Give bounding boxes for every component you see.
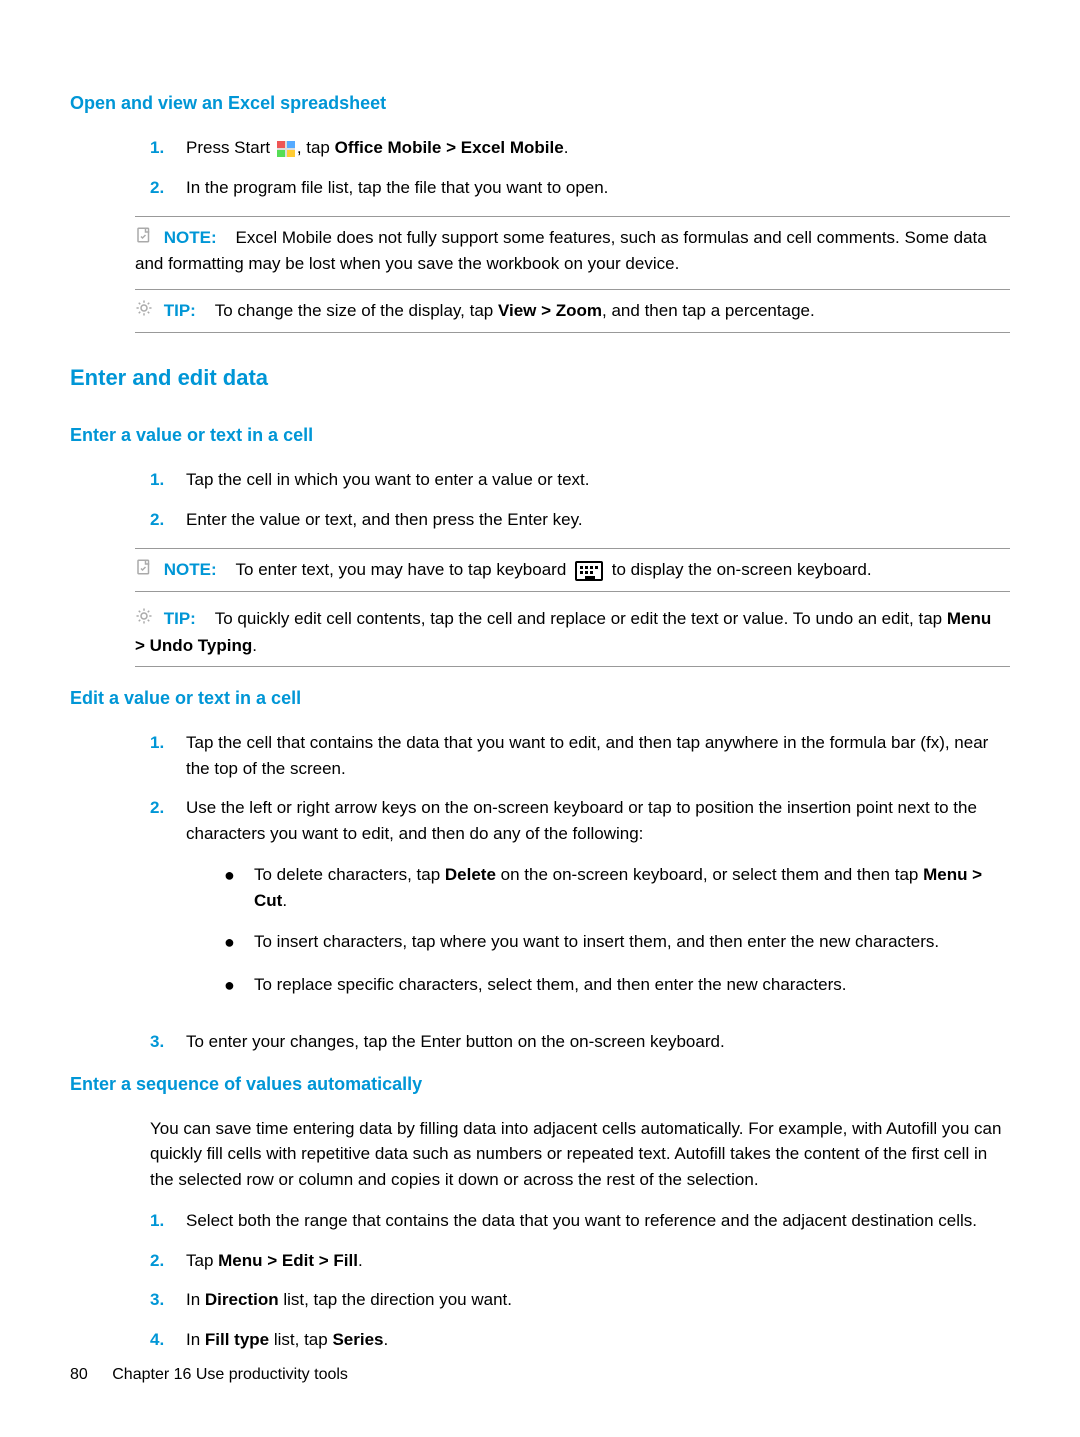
tip-icon	[135, 607, 153, 633]
list-item: 2. In the program file list, tap the fil…	[150, 175, 1010, 201]
sub-bullets: ● To delete characters, tap Delete on th…	[224, 862, 1010, 999]
list-item: 1. Tap the cell that contains the data t…	[150, 730, 1010, 781]
step-text: Enter the value or text, and then press …	[186, 507, 1010, 533]
note-text: To enter text, you may have to tap keybo…	[221, 560, 871, 579]
step-number: 2.	[150, 507, 182, 533]
chapter-title: Chapter 16 Use productivity tools	[112, 1366, 348, 1383]
tip-callout: TIP: To quickly edit cell contents, tap …	[135, 606, 1010, 667]
bullet-text: To delete characters, tap Delete on the …	[254, 862, 1010, 913]
list-item: 1. Select both the range that contains t…	[150, 1208, 1010, 1234]
step-number: 2.	[150, 175, 182, 201]
steps-sequence: 1. Select both the range that contains t…	[150, 1208, 1010, 1352]
tip-text: To quickly edit cell contents, tap the c…	[135, 609, 991, 654]
note-callout: NOTE: Excel Mobile does not fully suppor…	[135, 216, 1010, 277]
step-text: Use the left or right arrow keys on the …	[186, 795, 1010, 1015]
tip-label: TIP:	[164, 301, 196, 320]
step-number: 1.	[150, 467, 182, 493]
list-item: ● To delete characters, tap Delete on th…	[224, 862, 1010, 913]
page-footer: 80 Chapter 16 Use productivity tools	[70, 1363, 348, 1387]
step-text: Tap the cell in which you want to enter …	[186, 467, 1010, 493]
start-icon	[277, 141, 295, 157]
step-number: 1.	[150, 135, 182, 161]
list-item: 1. Tap the cell in which you want to ent…	[150, 467, 1010, 493]
step-number: 1.	[150, 730, 182, 781]
note-text: Excel Mobile does not fully support some…	[135, 228, 987, 273]
note-callout: NOTE: To enter text, you may have to tap…	[135, 548, 1010, 592]
note-label: NOTE:	[164, 560, 217, 579]
step-number: 3.	[150, 1287, 182, 1313]
text: , tap	[297, 138, 335, 157]
note-icon	[135, 226, 153, 252]
list-item: 4. In Fill type list, tap Series.	[150, 1327, 1010, 1353]
tip-icon	[135, 299, 153, 325]
list-item: ● To insert characters, tap where you wa…	[224, 929, 1010, 956]
step-number: 3.	[150, 1029, 182, 1055]
bullet-text: To insert characters, tap where you want…	[254, 929, 939, 956]
tip-text: To change the size of the display, tap V…	[201, 301, 815, 320]
step-text: To enter your changes, tap the Enter but…	[186, 1029, 1010, 1055]
list-item: 1. Press Start , tap Office Mobile > Exc…	[150, 135, 1010, 161]
steps-enter-value: 1. Tap the cell in which you want to ent…	[150, 467, 1010, 532]
step-text: Select both the range that contains the …	[186, 1208, 1010, 1234]
heading-sequence: Enter a sequence of values automatically	[70, 1071, 1010, 1098]
heading-enter-value: Enter a value or text in a cell	[70, 422, 1010, 449]
step-text: In Direction list, tap the direction you…	[186, 1287, 1010, 1313]
bullet-text: To replace specific characters, select t…	[254, 972, 846, 999]
bullet: ●	[224, 862, 254, 913]
heading-edit-value: Edit a value or text in a cell	[70, 685, 1010, 712]
step-text: Tap Menu > Edit > Fill.	[186, 1248, 1010, 1274]
step-number: 4.	[150, 1327, 182, 1353]
bullet: ●	[224, 972, 254, 999]
note-icon	[135, 558, 153, 584]
list-item: 2. Use the left or right arrow keys on t…	[150, 795, 1010, 1015]
note-label: NOTE:	[164, 228, 217, 247]
steps-open-view: 1. Press Start , tap Office Mobile > Exc…	[150, 135, 1010, 200]
list-item: ● To replace specific characters, select…	[224, 972, 1010, 999]
text: Press Start	[186, 138, 275, 157]
tip-label: TIP:	[164, 609, 196, 628]
intro-text: You can save time entering data by filli…	[150, 1116, 1010, 1193]
list-item: 2. Tap Menu > Edit > Fill.	[150, 1248, 1010, 1274]
page-number: 80	[70, 1366, 88, 1383]
step-number: 1.	[150, 1208, 182, 1234]
step-number: 2.	[150, 1248, 182, 1274]
text: .	[564, 138, 569, 157]
step-text: Tap the cell that contains the data that…	[186, 730, 1010, 781]
keyboard-icon	[575, 561, 603, 581]
bullet: ●	[224, 929, 254, 956]
heading-open-view: Open and view an Excel spreadsheet	[70, 90, 1010, 117]
list-item: 3. In Direction list, tap the direction …	[150, 1287, 1010, 1313]
heading-enter-edit: Enter and edit data	[70, 361, 1010, 394]
bold-text: Office Mobile > Excel Mobile	[335, 138, 564, 157]
step-number: 2.	[150, 795, 182, 1015]
list-item: 2. Enter the value or text, and then pre…	[150, 507, 1010, 533]
steps-edit-value: 1. Tap the cell that contains the data t…	[150, 730, 1010, 1055]
step-text: Press Start , tap Office Mobile > Excel …	[186, 135, 1010, 161]
step-text: In the program file list, tap the file t…	[186, 175, 1010, 201]
list-item: 3. To enter your changes, tap the Enter …	[150, 1029, 1010, 1055]
tip-callout: TIP: To change the size of the display, …	[135, 289, 1010, 333]
step-text: In Fill type list, tap Series.	[186, 1327, 1010, 1353]
